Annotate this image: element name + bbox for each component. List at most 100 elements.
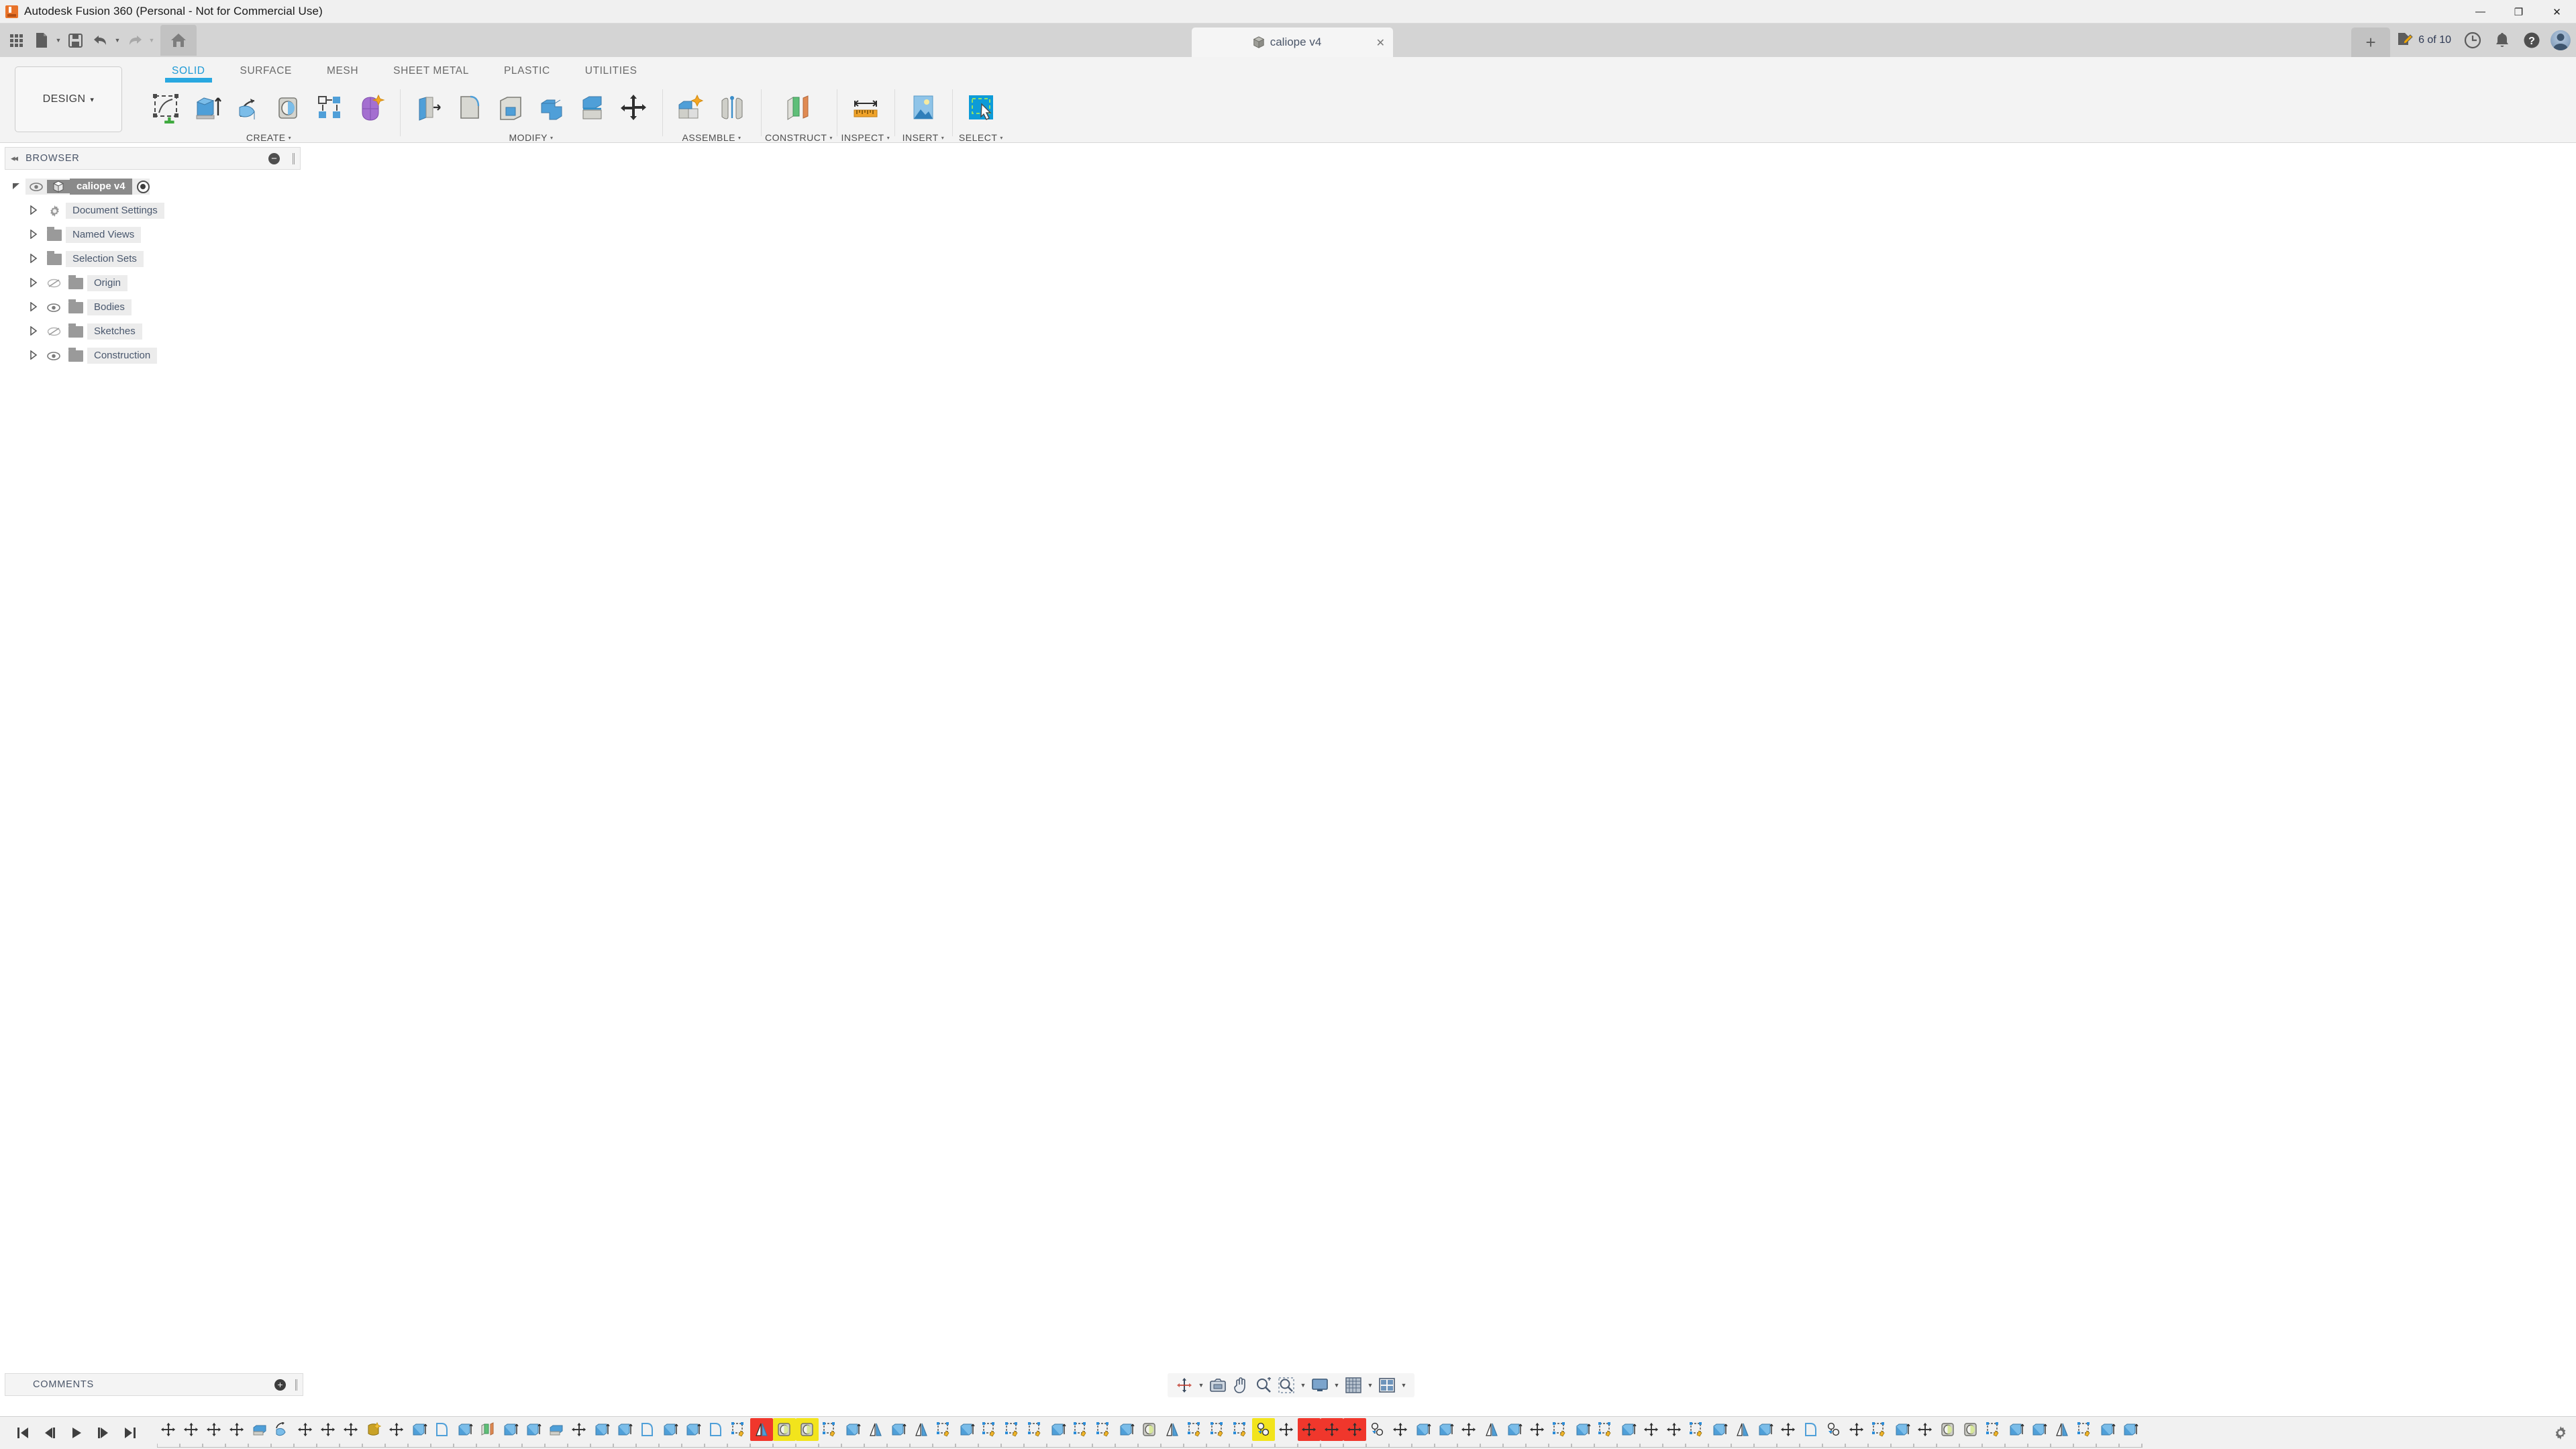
browser-resize-grip[interactable] — [293, 152, 295, 164]
timeline-feature-extrude[interactable] — [1754, 1418, 1777, 1441]
timeline-feature-extrude[interactable] — [2119, 1418, 2142, 1441]
grey-cylinder-part[interactable] — [1261, 1119, 1584, 1298]
timeline-feature-hole[interactable] — [1959, 1418, 1982, 1441]
tab-mesh[interactable]: MESH — [309, 61, 376, 79]
timeline-feature-sketch[interactable] — [1070, 1418, 1092, 1441]
timeline-feature-mirror[interactable] — [2051, 1418, 2073, 1441]
tab-solid[interactable]: SOLID — [154, 61, 223, 83]
timeline-feature-offset-plane[interactable] — [476, 1418, 499, 1441]
tab-surface[interactable]: SURFACE — [223, 61, 309, 79]
joint-button[interactable] — [713, 88, 752, 128]
timeline-feature-move[interactable] — [1275, 1418, 1298, 1441]
visibility-eye-icon[interactable] — [43, 303, 64, 312]
tree-item-named-views[interactable]: Named Views — [7, 223, 305, 247]
user-avatar[interactable] — [2551, 30, 2571, 50]
timeline-track[interactable] — [157, 1418, 2545, 1448]
chevron-down-icon[interactable]: ▾ — [1000, 135, 1003, 141]
timeline-feature-sketch[interactable] — [1549, 1418, 1572, 1441]
display-settings-button[interactable] — [1308, 1375, 1331, 1396]
move-copy-button[interactable] — [614, 88, 653, 128]
revolve-button[interactable] — [229, 88, 268, 128]
minimize-button[interactable]: — — [2461, 0, 2500, 23]
measure-button[interactable] — [846, 88, 885, 128]
blue-engine-block[interactable] — [1574, 1119, 1929, 1301]
boiler-body[interactable] — [916, 1042, 1587, 1331]
timeline-feature-move[interactable] — [1914, 1418, 1937, 1441]
close-button[interactable]: ✕ — [2538, 0, 2576, 23]
timeline-feature-hole[interactable] — [1138, 1418, 1161, 1441]
visibility-eye-icon[interactable] — [43, 351, 64, 360]
timeline-feature-move[interactable] — [180, 1418, 203, 1441]
timeline-feature-move[interactable] — [1640, 1418, 1663, 1441]
timeline-feature-move[interactable] — [317, 1418, 340, 1441]
expand-arrow-icon[interactable] — [24, 301, 43, 313]
new-document-tab-button[interactable]: + — [2351, 28, 2391, 57]
expand-arrow-icon[interactable] — [24, 228, 43, 241]
timeline-feature-shell[interactable] — [248, 1418, 271, 1441]
timeline-feature-extrude[interactable] — [590, 1418, 613, 1441]
tab-sheet-metal[interactable]: SHEET METAL — [376, 61, 486, 79]
pan-button[interactable] — [1229, 1375, 1252, 1396]
timeline-feature-sketch[interactable] — [727, 1418, 750, 1441]
chevron-down-icon[interactable]: ▾ — [550, 135, 554, 141]
tree-item-construction[interactable]: Construction — [7, 344, 305, 368]
timeline-go-to-beginning-button[interactable] — [9, 1419, 36, 1446]
timeline-step-forward-button[interactable] — [90, 1419, 117, 1446]
timeline-feature-extrude[interactable] — [682, 1418, 705, 1441]
timeline-feature-joint[interactable] — [1366, 1418, 1389, 1441]
tree-item-selection-sets[interactable]: Selection Sets — [7, 247, 305, 271]
timeline-feature-mirror[interactable] — [864, 1418, 887, 1441]
timeline-feature-sketch[interactable] — [1206, 1418, 1229, 1441]
grid-snaps-button[interactable] — [1342, 1375, 1365, 1396]
timeline-feature-move[interactable] — [1457, 1418, 1480, 1441]
visibility-eye-hidden-icon[interactable] — [43, 279, 64, 288]
view-cube[interactable]: Z RIGHT BACK X Y — [2447, 155, 2561, 249]
timeline-feature-sketch[interactable] — [1024, 1418, 1047, 1441]
hole-button[interactable] — [270, 88, 309, 128]
rectangular-pattern-button[interactable] — [311, 88, 350, 128]
chevron-down-icon[interactable]: ▾ — [829, 135, 833, 141]
redo-caret-icon[interactable]: ▼ — [147, 26, 156, 54]
timeline-feature-fillet[interactable] — [1800, 1418, 1822, 1441]
undo-caret-icon[interactable]: ▼ — [113, 26, 122, 54]
timeline-feature-sketch[interactable] — [1594, 1418, 1617, 1441]
calliope-model[interactable] — [0, 143, 2576, 1378]
timeline-feature-extrude[interactable] — [2096, 1418, 2119, 1441]
offset-plane-button[interactable] — [779, 88, 818, 128]
timeline-feature-extrude[interactable] — [499, 1418, 522, 1441]
timeline-feature-sketch[interactable] — [1229, 1418, 1252, 1441]
timeline-feature-move[interactable] — [1343, 1418, 1366, 1441]
timeline-feature-move[interactable] — [385, 1418, 408, 1441]
timeline-feature-revolve[interactable] — [271, 1418, 294, 1441]
timeline-feature-sketch[interactable] — [1982, 1418, 2005, 1441]
expand-arrow-icon[interactable] — [24, 277, 43, 289]
extrude-button[interactable] — [188, 88, 227, 128]
chevron-down-icon[interactable]: ▾ — [738, 135, 741, 141]
timeline-feature-sketch[interactable] — [1868, 1418, 1891, 1441]
timeline-feature-joint[interactable] — [1252, 1418, 1275, 1441]
timeline-feature-extrude[interactable] — [2005, 1418, 2028, 1441]
chevron-down-icon[interactable]: ▾ — [887, 135, 890, 141]
green-bracket-part[interactable] — [1221, 1105, 1503, 1306]
grid-snaps-caret-icon[interactable]: ▼ — [1365, 1375, 1376, 1396]
3d-viewport[interactable]: Z RIGHT BACK X Y — [0, 143, 2576, 1378]
viewports-button[interactable] — [1376, 1375, 1398, 1396]
timeline-feature-hole[interactable] — [773, 1418, 796, 1441]
select-tool-button[interactable] — [962, 88, 1000, 128]
expand-arrow-icon[interactable] — [24, 325, 43, 338]
timeline-feature-extrude[interactable] — [1708, 1418, 1731, 1441]
chevron-down-icon[interactable]: ▾ — [941, 135, 945, 141]
combine-button[interactable] — [532, 88, 571, 128]
app-grid-button[interactable] — [4, 26, 29, 54]
fit-button[interactable] — [1275, 1375, 1298, 1396]
browser-collapse-icon[interactable]: ◂◂ — [11, 153, 18, 164]
timeline-feature-fillet[interactable] — [705, 1418, 727, 1441]
timeline-feature-extrude[interactable] — [1047, 1418, 1070, 1441]
timeline-feature-sketch[interactable] — [819, 1418, 841, 1441]
recent-activity-button[interactable] — [2458, 23, 2487, 57]
timeline-feature-extrude[interactable] — [613, 1418, 636, 1441]
timeline-feature-mirror[interactable] — [1731, 1418, 1754, 1441]
timeline-feature-sketch[interactable] — [1001, 1418, 1024, 1441]
timeline-feature-sketch[interactable] — [1686, 1418, 1708, 1441]
timeline-feature-move[interactable] — [340, 1418, 362, 1441]
